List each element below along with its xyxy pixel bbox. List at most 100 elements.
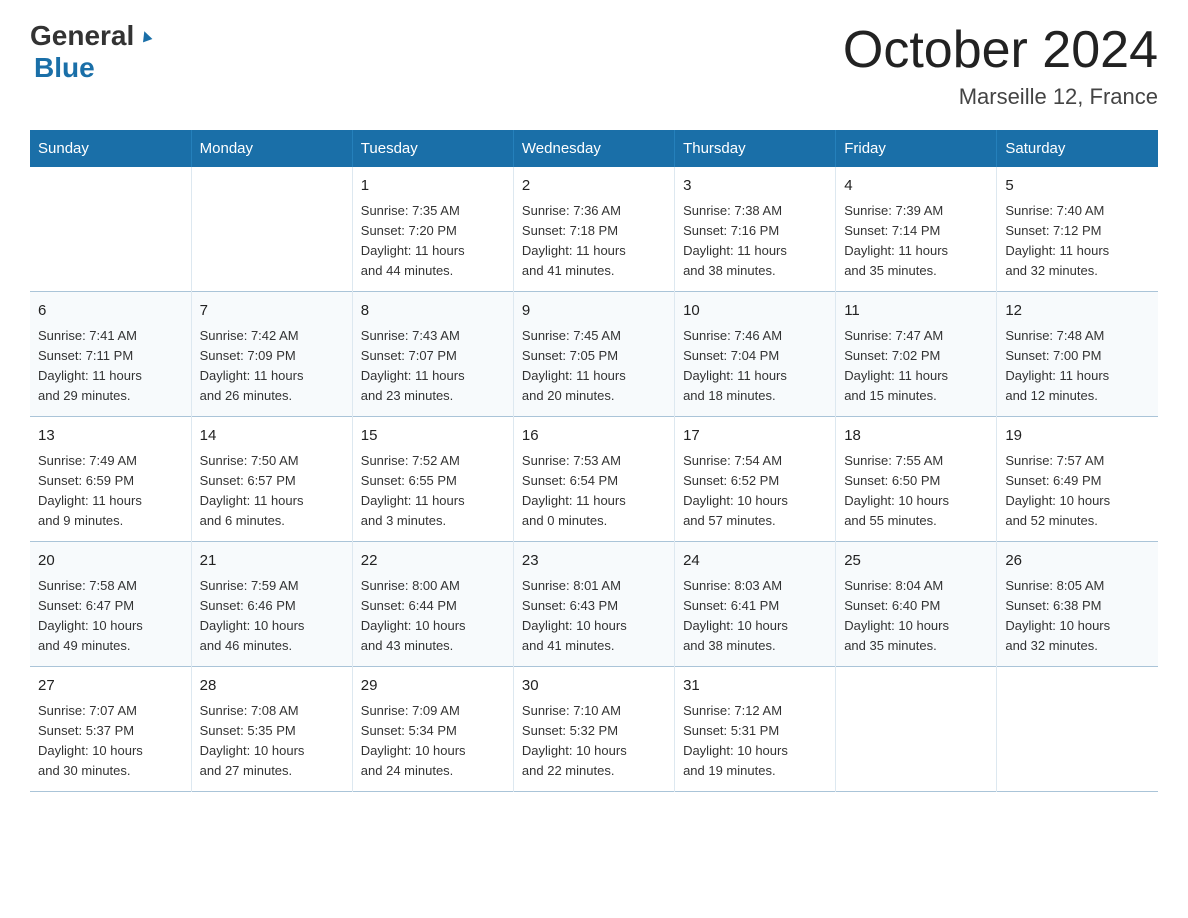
day-number: 4 [844,175,988,198]
calendar-cell: 14 Sunrise: 7:50 AM Sunset: 6:57 PM Dayli… [191,417,352,542]
day-info: Sunrise: 8:04 AM Sunset: 6:40 PM Dayligh… [844,576,988,657]
calendar-cell: 27Sunrise: 7:07 AM Sunset: 5:37 PM Dayli… [30,667,191,792]
day-info: Sunrise: 7:49 AM Sunset: 6:59 PM Dayligh… [38,451,183,532]
calendar-location: Marseille 12, France [843,84,1158,110]
day-info: Sunrise: 7:47 AM Sunset: 7:02 PM Dayligh… [844,326,988,407]
day-info: Sunrise: 8:03 AM Sunset: 6:41 PM Dayligh… [683,576,827,657]
day-number: 22 [361,550,505,573]
calendar-cell: 31 Sunrise: 7:12 AM Sunset: 5:31 PM Dayli… [675,667,836,792]
day-info: Sunrise: 7:48 AM Sunset: 7:00 PM Dayligh… [1005,326,1150,407]
calendar-cell: 13 Sunrise: 7:49 AM Sunset: 6:59 PM Dayli… [30,417,191,542]
logo-general-text: General [30,20,134,52]
calendar-cell: 25 Sunrise: 8:04 AM Sunset: 6:40 PM Dayli… [836,542,997,667]
day-number: 12 [1005,300,1150,323]
day-number: 5 [1005,175,1150,198]
calendar-cell: 23Sunrise: 8:01 AM Sunset: 6:43 PM Dayli… [513,542,674,667]
calendar-cell [836,667,997,792]
calendar-cell [191,167,352,292]
day-number: 14 [200,425,344,448]
day-number: 8 [361,300,505,323]
day-number: 10 [683,300,827,323]
day-info: Sunrise: 7:36 AM Sunset: 7:18 PM Dayligh… [522,201,666,282]
calendar-cell: 3 Sunrise: 7:38 AM Sunset: 7:16 PM Daylig… [675,167,836,292]
calendar-header: SundayMondayTuesdayWednesdayThursdayFrid… [30,130,1158,167]
weekday-header-sunday: Sunday [30,130,191,167]
day-number: 20 [38,550,183,573]
logo: General Blue [30,20,155,84]
day-info: Sunrise: 7:55 AM Sunset: 6:50 PM Dayligh… [844,451,988,532]
weekday-header-tuesday: Tuesday [352,130,513,167]
day-number: 19 [1005,425,1150,448]
day-number: 17 [683,425,827,448]
day-info: Sunrise: 8:05 AM Sunset: 6:38 PM Dayligh… [1005,576,1150,657]
day-info: Sunrise: 7:58 AM Sunset: 6:47 PM Dayligh… [38,576,183,657]
week-row-5: 27Sunrise: 7:07 AM Sunset: 5:37 PM Dayli… [30,667,1158,792]
day-number: 28 [200,675,344,698]
calendar-cell: 17Sunrise: 7:54 AM Sunset: 6:52 PM Dayli… [675,417,836,542]
day-info: Sunrise: 7:12 AM Sunset: 5:31 PM Dayligh… [683,701,827,782]
calendar-cell: 16Sunrise: 7:53 AM Sunset: 6:54 PM Dayli… [513,417,674,542]
day-number: 1 [361,175,505,198]
calendar-body: 1 Sunrise: 7:35 AM Sunset: 7:20 PM Daylig… [30,167,1158,792]
day-number: 6 [38,300,183,323]
calendar-cell: 26 Sunrise: 8:05 AM Sunset: 6:38 PM Dayli… [997,542,1158,667]
day-number: 29 [361,675,505,698]
week-row-4: 20 Sunrise: 7:58 AM Sunset: 6:47 PM Dayli… [30,542,1158,667]
calendar-cell: 9 Sunrise: 7:45 AM Sunset: 7:05 PM Daylig… [513,292,674,417]
calendar-cell: 28Sunrise: 7:08 AM Sunset: 5:35 PM Dayli… [191,667,352,792]
calendar-cell: 11 Sunrise: 7:47 AM Sunset: 7:02 PM Dayli… [836,292,997,417]
day-number: 7 [200,300,344,323]
calendar-cell: 19 Sunrise: 7:57 AM Sunset: 6:49 PM Dayli… [997,417,1158,542]
day-info: Sunrise: 7:45 AM Sunset: 7:05 PM Dayligh… [522,326,666,407]
title-block: October 2024 Marseille 12, France [843,20,1158,110]
day-number: 9 [522,300,666,323]
calendar-cell: 10Sunrise: 7:46 AM Sunset: 7:04 PM Dayli… [675,292,836,417]
day-info: Sunrise: 7:52 AM Sunset: 6:55 PM Dayligh… [361,451,505,532]
day-info: Sunrise: 7:50 AM Sunset: 6:57 PM Dayligh… [200,451,344,532]
logo-triangle-icon [137,27,155,50]
page-header: General Blue October 2024 Marseille 12, … [30,20,1158,110]
calendar-cell: 21Sunrise: 7:59 AM Sunset: 6:46 PM Dayli… [191,542,352,667]
day-info: Sunrise: 7:38 AM Sunset: 7:16 PM Dayligh… [683,201,827,282]
calendar-cell: 7 Sunrise: 7:42 AM Sunset: 7:09 PM Daylig… [191,292,352,417]
day-info: Sunrise: 7:40 AM Sunset: 7:12 PM Dayligh… [1005,201,1150,282]
day-number: 11 [844,300,988,323]
calendar-cell: 12 Sunrise: 7:48 AM Sunset: 7:00 PM Dayli… [997,292,1158,417]
calendar-cell: 22Sunrise: 8:00 AM Sunset: 6:44 PM Dayli… [352,542,513,667]
calendar-cell: 6 Sunrise: 7:41 AM Sunset: 7:11 PM Daylig… [30,292,191,417]
day-number: 25 [844,550,988,573]
calendar-cell [30,167,191,292]
day-number: 26 [1005,550,1150,573]
calendar-cell: 2 Sunrise: 7:36 AM Sunset: 7:18 PM Daylig… [513,167,674,292]
day-number: 31 [683,675,827,698]
calendar-cell: 15 Sunrise: 7:52 AM Sunset: 6:55 PM Dayli… [352,417,513,542]
week-row-1: 1 Sunrise: 7:35 AM Sunset: 7:20 PM Daylig… [30,167,1158,292]
day-info: Sunrise: 7:53 AM Sunset: 6:54 PM Dayligh… [522,451,666,532]
day-number: 18 [844,425,988,448]
calendar-cell: 18 Sunrise: 7:55 AM Sunset: 6:50 PM Dayli… [836,417,997,542]
calendar-table: SundayMondayTuesdayWednesdayThursdayFrid… [30,130,1158,792]
day-info: Sunrise: 7:35 AM Sunset: 7:20 PM Dayligh… [361,201,505,282]
day-info: Sunrise: 7:57 AM Sunset: 6:49 PM Dayligh… [1005,451,1150,532]
day-info: Sunrise: 7:59 AM Sunset: 6:46 PM Dayligh… [200,576,344,657]
weekday-header-saturday: Saturday [997,130,1158,167]
calendar-cell: 8Sunrise: 7:43 AM Sunset: 7:07 PM Daylig… [352,292,513,417]
day-number: 2 [522,175,666,198]
weekday-header-friday: Friday [836,130,997,167]
logo-general-line: General [30,20,155,52]
day-info: Sunrise: 7:41 AM Sunset: 7:11 PM Dayligh… [38,326,183,407]
calendar-cell: 20 Sunrise: 7:58 AM Sunset: 6:47 PM Dayli… [30,542,191,667]
weekday-header-thursday: Thursday [675,130,836,167]
logo-blue-line: Blue [30,52,95,84]
calendar-title: October 2024 [843,20,1158,80]
day-info: Sunrise: 7:42 AM Sunset: 7:09 PM Dayligh… [200,326,344,407]
weekday-header-wednesday: Wednesday [513,130,674,167]
day-number: 3 [683,175,827,198]
day-number: 15 [361,425,505,448]
day-number: 27 [38,675,183,698]
day-number: 13 [38,425,183,448]
calendar-cell [997,667,1158,792]
day-info: Sunrise: 8:01 AM Sunset: 6:43 PM Dayligh… [522,576,666,657]
calendar-cell: 4Sunrise: 7:39 AM Sunset: 7:14 PM Daylig… [836,167,997,292]
day-number: 30 [522,675,666,698]
